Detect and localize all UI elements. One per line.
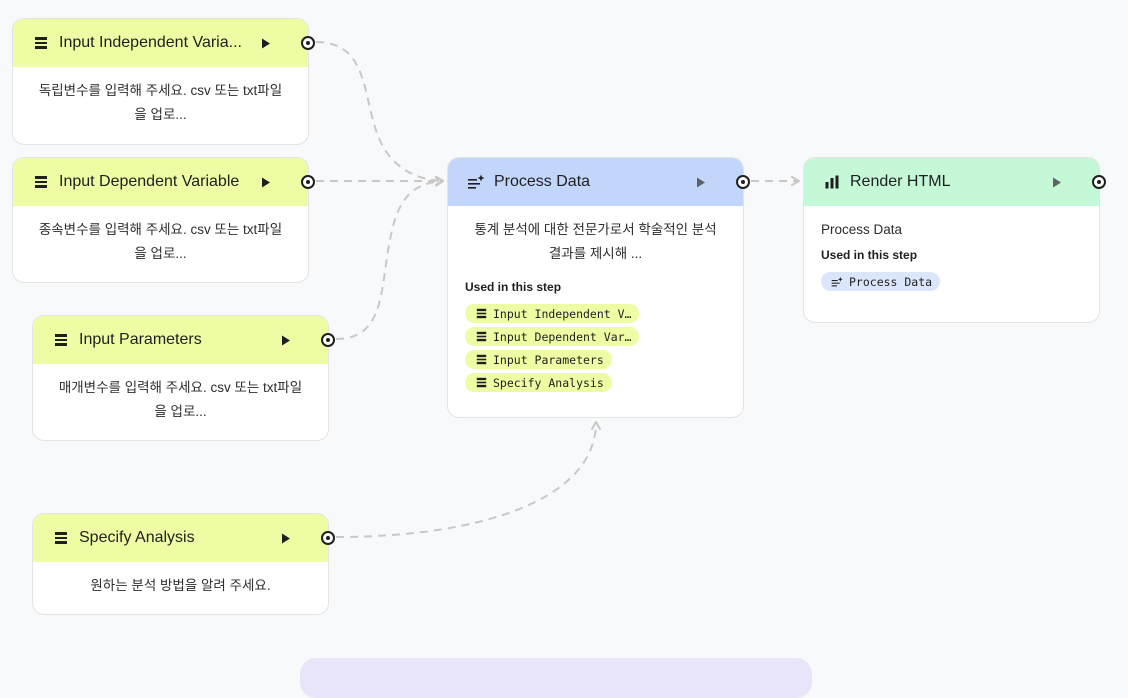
- play-icon[interactable]: [276, 528, 296, 548]
- play-icon[interactable]: [691, 172, 711, 192]
- partial-panel: [300, 658, 812, 698]
- output-port-icon[interactable]: [301, 175, 315, 189]
- node-title: Input Dependent Variable: [59, 173, 240, 190]
- input-lines-icon: [475, 308, 487, 320]
- node-title: Input Parameters: [79, 331, 202, 348]
- node-header[interactable]: Process Data: [448, 158, 750, 206]
- used-in-step-title: Used in this step: [821, 248, 918, 262]
- output-port-icon[interactable]: [301, 36, 315, 50]
- node-specify-analysis[interactable]: Specify Analysis 원하는 분석 방법을 알려 주세요.: [32, 513, 335, 615]
- node-description: 통계 분석에 대한 전문가로서 학술적인 분석 결과를 제시해 ...: [474, 222, 717, 261]
- input-lines-icon: [31, 33, 51, 53]
- output-port-icon[interactable]: [321, 333, 335, 347]
- chip-label: Input Parameters: [493, 352, 604, 367]
- node-process-data[interactable]: Process Data 통계 분석에 대한 전문가로서 학술적인 분석 결과를…: [447, 157, 750, 418]
- chip-process-data[interactable]: Process Data: [821, 272, 941, 291]
- input-lines-icon: [475, 331, 487, 343]
- chip-input-dependent-variable[interactable]: Input Dependent Var…: [465, 327, 640, 346]
- output-port-icon[interactable]: [321, 531, 335, 545]
- play-icon[interactable]: [1047, 172, 1067, 192]
- node-input-parameters[interactable]: Input Parameters 매개변수를 입력해 주세요. csv 또는 t…: [32, 315, 335, 441]
- input-lines-icon: [51, 330, 71, 350]
- node-header[interactable]: Render HTML: [804, 158, 1106, 206]
- input-lines-icon: [475, 377, 487, 389]
- output-port-icon[interactable]: [1092, 175, 1106, 189]
- node-description: Process Data: [821, 222, 903, 237]
- node-title: Render HTML: [850, 173, 951, 190]
- chip-input-parameters[interactable]: Input Parameters: [465, 350, 612, 369]
- output-port-icon[interactable]: [736, 175, 750, 189]
- node-title: Input Independent Varia...: [59, 34, 242, 51]
- play-icon[interactable]: [276, 330, 296, 350]
- input-lines-icon: [475, 354, 487, 366]
- play-icon[interactable]: [256, 33, 276, 53]
- node-header[interactable]: Input Parameters: [33, 316, 335, 364]
- node-header[interactable]: Input Independent Varia...: [13, 19, 315, 67]
- node-title: Process Data: [494, 173, 591, 190]
- chip-label: Specify Analysis: [493, 375, 604, 390]
- sparkle-list-icon: [466, 172, 486, 192]
- node-description: 원하는 분석 방법을 알려 주세요.: [90, 578, 271, 593]
- play-icon[interactable]: [256, 172, 276, 192]
- bar-chart-icon: [822, 172, 842, 192]
- chip-specify-analysis[interactable]: Specify Analysis: [465, 373, 612, 392]
- used-in-step-list: Input Independent V… Input Dependent Var…: [465, 304, 743, 392]
- node-header[interactable]: Input Dependent Variable: [13, 158, 315, 206]
- input-lines-icon: [31, 172, 51, 192]
- chip-label: Input Dependent Var…: [493, 329, 632, 344]
- node-input-independent-variable[interactable]: Input Independent Varia... 독립변수를 입력해 주세요…: [12, 18, 315, 145]
- sparkle-list-icon: [831, 276, 843, 288]
- node-render-html[interactable]: Render HTML Process Data Used in this st…: [803, 157, 1106, 323]
- node-input-dependent-variable[interactable]: Input Dependent Variable 종속변수를 입력해 주세요. …: [12, 157, 315, 283]
- edge-analysis-to-process: [335, 421, 601, 538]
- used-in-step-list: Process Data: [821, 272, 1099, 291]
- chip-input-independent-variable[interactable]: Input Independent V…: [465, 304, 640, 323]
- node-description: 매개변수를 입력해 주세요. csv 또는 txt파일을 업로...: [58, 380, 303, 419]
- input-lines-icon: [51, 528, 71, 548]
- node-title: Specify Analysis: [79, 529, 195, 546]
- edge-parameters-to-process: [335, 176, 444, 340]
- used-in-step-title: Used in this step: [465, 280, 562, 294]
- chip-label: Input Independent V…: [493, 306, 632, 321]
- node-description: 독립변수를 입력해 주세요. csv 또는 txt파일을 업로...: [38, 83, 283, 122]
- edge-independent-to-process: [315, 41, 444, 186]
- workflow-canvas[interactable]: Input Independent Varia... 독립변수를 입력해 주세요…: [0, 0, 1128, 698]
- chip-label: Process Data: [849, 274, 933, 289]
- node-description: 종속변수를 입력해 주세요. csv 또는 txt파일을 업로...: [38, 222, 283, 261]
- node-header[interactable]: Specify Analysis: [33, 514, 335, 562]
